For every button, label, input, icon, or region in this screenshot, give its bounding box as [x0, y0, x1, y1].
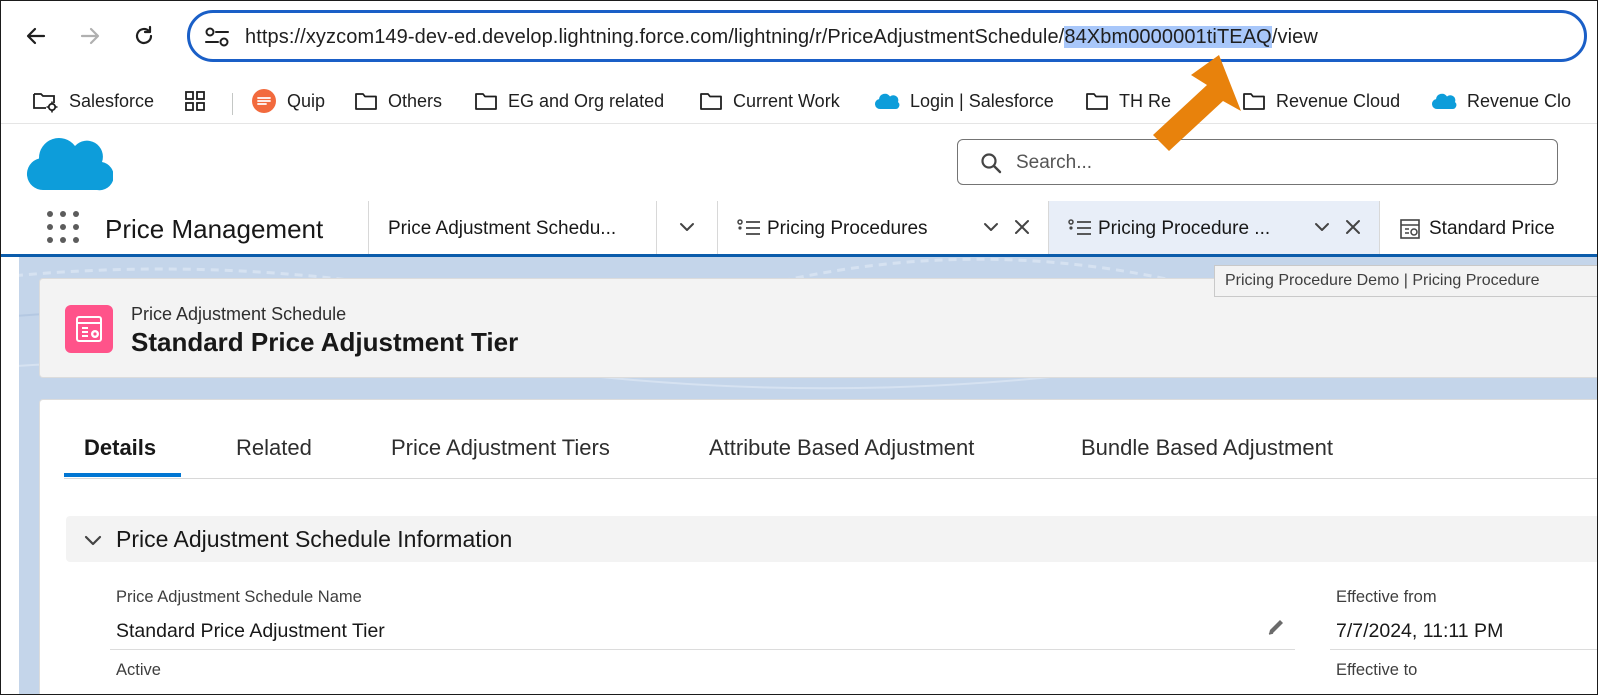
bookmark-apps[interactable] [184, 85, 216, 117]
arrow-right-icon [80, 27, 100, 45]
field-label-effective-from: Effective from [1336, 588, 1437, 606]
folder-gear-icon [31, 89, 59, 113]
tab-label: Price Adjustment Schedu... [388, 218, 617, 239]
salesforce-cloud-icon [874, 92, 900, 110]
tab-dropdown[interactable] [656, 201, 717, 254]
bookmark-salesforce[interactable]: Salesforce [31, 85, 154, 117]
browser-toolbar: https://xyzcom149-dev-ed.develop.lightni… [1, 1, 1597, 77]
field-label-effective-to: Effective to [1336, 661, 1418, 679]
close-icon[interactable] [1343, 217, 1363, 237]
folder-icon [474, 90, 498, 112]
tab-label: Pricing Procedures [767, 218, 928, 239]
annotation-arrow-icon [1153, 55, 1241, 151]
bookmark-revenue-cloud-2[interactable]: Revenue Clo [1431, 85, 1571, 117]
bookmark-label: Current Work [733, 90, 840, 111]
pencil-icon[interactable] [1265, 616, 1287, 638]
section-title: Price Adjustment Schedule Information [116, 526, 513, 552]
list-icon [737, 219, 760, 235]
tab-label: Pricing Procedure ... [1098, 218, 1271, 239]
global-search[interactable] [957, 139, 1558, 185]
quip-icon [251, 88, 277, 114]
tab-attribute-based-adjustment[interactable]: Attribute Based Adjustment [709, 435, 974, 461]
chevron-down-icon [680, 223, 694, 231]
bookmark-revenue-cloud[interactable]: Revenue Cloud [1242, 85, 1400, 117]
active-tab-indicator [64, 473, 181, 477]
chevron-down-icon[interactable] [1312, 217, 1332, 237]
bookmark-divider [232, 93, 233, 115]
record-title: Standard Price Adjustment Tier [131, 327, 519, 357]
field-divider [110, 649, 1295, 650]
search-input[interactable] [1014, 148, 1538, 178]
app-launcher-icon[interactable] [47, 211, 79, 243]
field-value-name: Standard Price Adjustment Tier [116, 620, 385, 642]
field-value-effective-from: 7/7/2024, 11:11 PM [1336, 620, 1504, 642]
folder-icon [699, 90, 723, 112]
reload-icon [135, 25, 153, 45]
bookmark-label: Salesforce [69, 90, 155, 111]
url-suffix: /view [1271, 26, 1318, 48]
bookmark-quip[interactable]: Quip [251, 85, 325, 117]
app-name: Price Management [105, 214, 324, 244]
bookmark-login-salesforce[interactable]: Login | Salesforce [874, 85, 1054, 117]
bookmark-label: Others [388, 90, 443, 111]
chevron-down-icon[interactable] [981, 217, 1001, 237]
back-button[interactable] [21, 21, 51, 51]
reload-button[interactable] [129, 21, 159, 51]
url-highlighted-id: 84Xbm0000001tiTEAQ [1064, 26, 1272, 48]
field-label-active: Active [116, 661, 161, 679]
field-divider [1330, 649, 1597, 650]
global-header [1, 123, 1597, 202]
bookmark-current-work[interactable]: Current Work [699, 85, 840, 117]
app-navigation: Price Management Price Adjustment Schedu… [1, 201, 1597, 257]
price-adjustment-schedule-icon [65, 305, 113, 353]
bookmark-eg-org[interactable]: EG and Org related [474, 85, 664, 117]
bookmarks-bar: Salesforce Quip Others EG and Org relate… [1, 79, 1597, 123]
record-tabs: Details Related Price Adjustment Tiers A… [64, 400, 1597, 479]
tab-related[interactable]: Related [236, 435, 312, 461]
chevron-down-icon [84, 535, 102, 546]
forward-button[interactable] [75, 21, 105, 51]
folder-icon [1085, 90, 1109, 112]
address-bar[interactable]: https://xyzcom149-dev-ed.develop.lightni… [187, 10, 1587, 62]
close-icon[interactable] [1012, 217, 1032, 237]
url-prefix: https://xyzcom149-dev-ed.develop.lightni… [245, 26, 1065, 48]
price-schedule-icon [1400, 219, 1420, 239]
section-header[interactable]: Price Adjustment Schedule Information [66, 516, 1597, 562]
field-label-name: Price Adjustment Schedule Name [116, 588, 362, 606]
arrow-left-icon [26, 27, 46, 45]
bookmark-label: Login | Salesforce [910, 90, 1054, 111]
search-icon [981, 153, 1002, 174]
tab-pricing-procedure-demo[interactable]: Pricing Procedure ... [1048, 201, 1379, 254]
browser-window: https://xyzcom149-dev-ed.develop.lightni… [0, 0, 1598, 695]
object-type-label: Price Adjustment Schedule [131, 304, 347, 324]
tab-details[interactable]: Details [84, 435, 156, 461]
bookmark-label: Revenue Clo [1467, 90, 1572, 111]
tab-price-adjustment-schedule[interactable]: Price Adjustment Schedu... [368, 201, 656, 254]
site-settings-icon [205, 27, 229, 47]
record-detail-card: Details Related Price Adjustment Tiers A… [39, 399, 1597, 694]
left-gutter [1, 257, 19, 694]
salesforce-logo-icon [27, 137, 113, 191]
url-text: https://xyzcom149-dev-ed.develop.lightni… [245, 26, 1318, 49]
tab-pricing-procedures[interactable]: Pricing Procedures [717, 201, 1048, 254]
salesforce-cloud-icon [1431, 92, 1457, 110]
bookmark-others[interactable]: Others [354, 85, 442, 117]
tab-bundle-based-adjustment[interactable]: Bundle Based Adjustment [1081, 435, 1333, 461]
tab-standard-price[interactable]: Standard Price [1379, 201, 1597, 254]
bookmark-label: Revenue Cloud [1276, 90, 1401, 111]
tab-price-adjustment-tiers[interactable]: Price Adjustment Tiers [391, 435, 610, 461]
list-icon [1068, 219, 1091, 235]
bookmark-label: Quip [287, 90, 326, 111]
apps-grid-icon [184, 90, 206, 112]
bookmark-label: EG and Org related [508, 90, 665, 111]
tab-tooltip: Pricing Procedure Demo | Pricing Procedu… [1214, 265, 1597, 297]
tab-label: Standard Price [1429, 218, 1555, 239]
folder-icon [354, 90, 378, 112]
